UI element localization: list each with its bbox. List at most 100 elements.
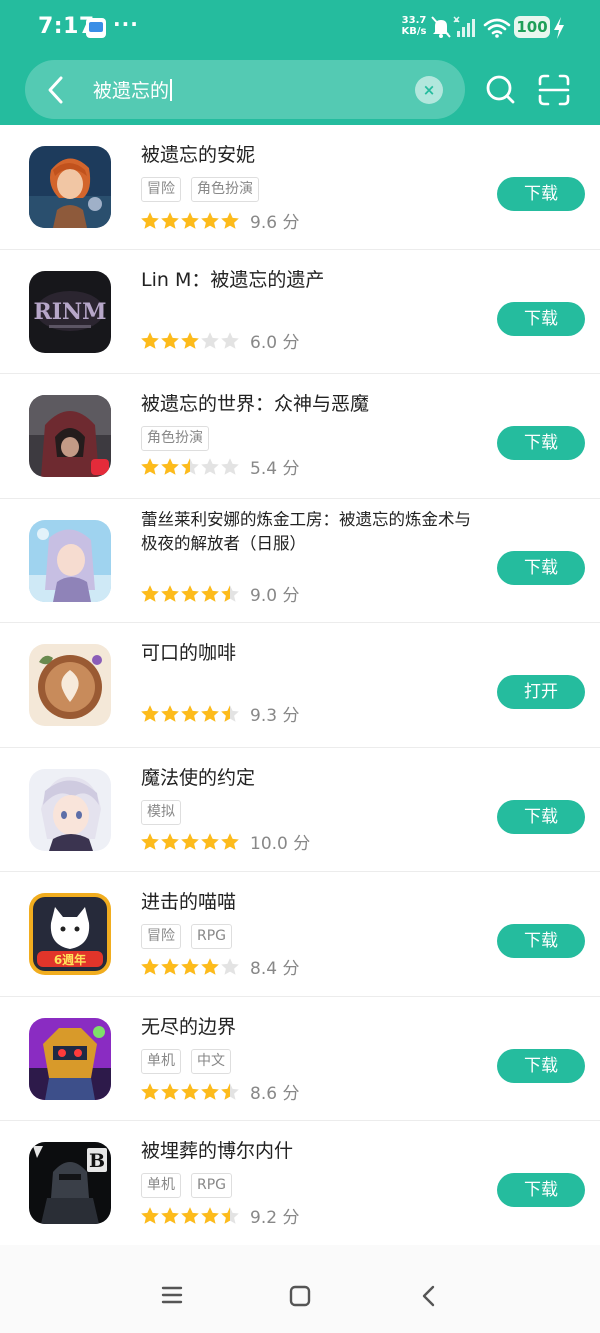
search-box[interactable] <box>25 60 465 119</box>
network-speed-unit: KB/s <box>401 26 427 37</box>
star-icon <box>201 1207 219 1224</box>
list-item[interactable]: 魔法使的约定 模拟 10.0 分 下载 <box>0 748 600 872</box>
forgotten-world-icon[interactable] <box>29 395 111 477</box>
star-icon <box>161 832 179 850</box>
annie-icon[interactable] <box>29 146 111 228</box>
download-button[interactable]: 下载 <box>497 426 585 460</box>
mahoyaku-icon[interactable] <box>29 768 111 851</box>
star-icon <box>221 705 239 722</box>
atelier-icon[interactable] <box>29 519 111 602</box>
rating-score: 9.6 分 <box>250 213 300 233</box>
tag: 模拟 <box>141 799 181 825</box>
download-button[interactable]: 下载 <box>497 301 585 336</box>
star-icon <box>201 958 219 975</box>
star-icon <box>201 832 219 850</box>
download-button[interactable]: 下载 <box>497 924 585 958</box>
tag: 角色扮演 <box>191 177 259 202</box>
rating: 8.4 分 <box>140 954 300 979</box>
tag-list: 单机 RPG <box>141 1173 242 1199</box>
search-icon[interactable] <box>484 72 518 108</box>
cellular-signal-icon <box>453 16 475 37</box>
tag: RPG <box>191 1173 233 1198</box>
star-icon <box>201 212 219 229</box>
tag: 单机 <box>141 1173 181 1198</box>
bornethia-icon[interactable]: B <box>29 1142 111 1224</box>
rating: 5.4 分 <box>140 454 299 479</box>
star-icon <box>161 332 179 349</box>
star-rating-icon <box>141 832 239 850</box>
text-caret <box>170 79 173 101</box>
star-icon <box>221 1082 239 1100</box>
star-icon <box>201 1082 219 1100</box>
clear-search-button[interactable]: × <box>415 76 443 104</box>
rating: 9.6 分 <box>140 208 300 233</box>
list-item[interactable]: 被遗忘的安妮 冒险 角色扮演 9.6 分 下载 <box>0 125 600 250</box>
star-icon <box>161 212 179 229</box>
list-item[interactable]: 无尽的边界 单机 中文 8.6 分 下载 <box>0 997 600 1121</box>
app-name[interactable]: 无尽的边界 <box>141 1014 481 1040</box>
search-input[interactable]: 被遗忘的 <box>93 76 173 103</box>
star-icon <box>141 332 159 349</box>
tag-list: 冒险 RPG <box>141 924 242 950</box>
coffee-icon[interactable] <box>29 644 111 726</box>
star-icon <box>141 705 159 722</box>
menu-icon[interactable] <box>161 1285 183 1305</box>
star-icon <box>201 705 219 722</box>
app-name[interactable]: Lin M：被遗忘的遗产 <box>141 267 481 293</box>
list-item[interactable]: RINM Lin M：被遗忘的遗产 6.0 分 下载 <box>0 250 600 374</box>
app-name[interactable]: 被遗忘的世界：众神与恶魔 <box>141 391 481 417</box>
app-name[interactable]: 蕾丝莱利安娜的炼金工房：被遗忘的炼金术与极夜的解放者（日服） <box>141 508 481 556</box>
download-button[interactable]: 下载 <box>497 1173 585 1207</box>
lin-m-icon[interactable]: RINM <box>29 270 111 353</box>
rating-score: 9.0 分 <box>250 585 300 606</box>
tag: 中文 <box>191 1048 231 1074</box>
list-item[interactable]: 被遗忘的世界：众神与恶魔 角色扮演 5.4 分 下载 <box>0 374 600 499</box>
battery-indicator: 100 <box>514 16 550 38</box>
star-icon <box>161 584 179 602</box>
star-rating-icon <box>141 705 239 722</box>
battle-cats-icon[interactable]: 6週年 <box>29 893 111 975</box>
tag: 角色扮演 <box>141 426 209 451</box>
star-rating-icon <box>141 1082 239 1100</box>
download-button[interactable]: 下载 <box>497 550 585 585</box>
app-name[interactable]: 进击的喵喵 <box>141 889 481 915</box>
tag-list: 冒险 角色扮演 <box>141 177 269 203</box>
star-icon <box>201 332 219 349</box>
app-name[interactable]: 被埋葬的博尔内什 <box>141 1138 481 1164</box>
tag: RPG <box>191 924 233 949</box>
list-item[interactable]: 蕾丝莱利安娜的炼金工房：被遗忘的炼金术与极夜的解放者（日服） 9.0 分 下载 <box>0 499 600 623</box>
star-icon <box>141 832 159 850</box>
scan-icon[interactable] <box>537 73 571 107</box>
star-icon <box>141 584 159 602</box>
network-speed: 33.7 KB/s <box>400 15 428 37</box>
rating-score: 6.0 分 <box>250 333 300 353</box>
star-icon <box>141 1207 159 1224</box>
star-icon <box>141 212 159 229</box>
back-arrow-icon[interactable] <box>40 70 72 110</box>
endless-frontier-icon[interactable] <box>29 1017 111 1100</box>
list-item[interactable]: B 被埋葬的博尔内什 单机 RPG 9.2 分 下载 <box>0 1121 600 1246</box>
home-icon[interactable] <box>289 1285 311 1307</box>
rating-score: 8.4 分 <box>250 959 300 979</box>
download-button[interactable]: 下载 <box>497 1048 585 1083</box>
tag: 冒险 <box>141 924 181 949</box>
list-item[interactable]: 可口的咖啡 9.3 分 打开 <box>0 623 600 748</box>
back-icon[interactable] <box>420 1285 436 1307</box>
star-icon <box>221 584 239 602</box>
app-name[interactable]: 魔法使的约定 <box>141 765 481 791</box>
star-icon <box>141 958 159 975</box>
app-name[interactable]: 可口的咖啡 <box>141 640 481 666</box>
star-icon <box>221 958 239 975</box>
open-button[interactable]: 打开 <box>497 675 585 709</box>
tag: 单机 <box>141 1048 181 1074</box>
tag-list: 单机 中文 <box>141 1048 241 1075</box>
star-rating-icon <box>141 958 239 975</box>
charging-icon <box>554 17 564 39</box>
download-button[interactable]: 下载 <box>497 177 585 211</box>
list-item[interactable]: 6週年 进击的喵喵冒险 RPG 8.4 分 下载 <box>0 872 600 997</box>
star-icon <box>181 958 199 975</box>
app-name[interactable]: 被遗忘的安妮 <box>141 142 481 168</box>
star-icon <box>221 212 239 229</box>
download-button[interactable]: 下载 <box>497 799 585 834</box>
network-speed-value: 33.7 <box>401 15 427 26</box>
